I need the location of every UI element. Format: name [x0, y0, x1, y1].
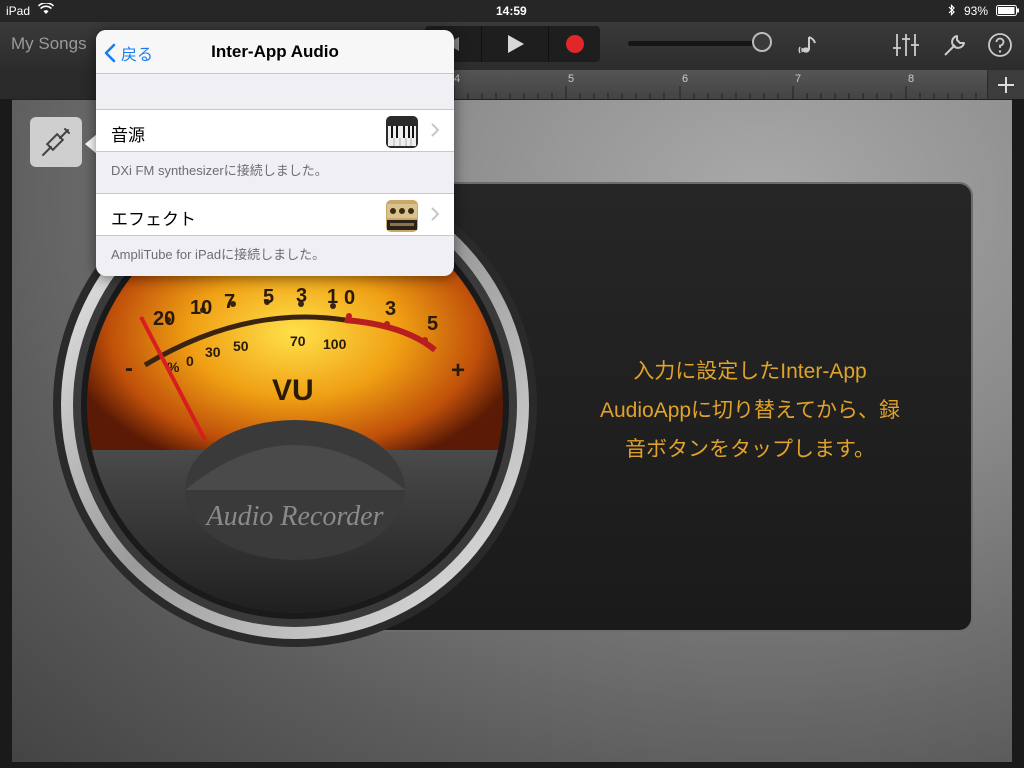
metronome-icon[interactable]: [793, 30, 823, 60]
bluetooth-icon: [948, 4, 956, 19]
audio-jack-icon: [42, 128, 70, 156]
meter-vu-label: VU: [272, 374, 314, 407]
mixer-icon[interactable]: [891, 30, 921, 60]
popover-navbar: 戻る Inter-App Audio: [96, 30, 454, 74]
meter-minus: -: [125, 355, 133, 382]
row-label: 音源: [111, 126, 145, 145]
ruler-strip: 4 5 6 7 8: [452, 70, 987, 99]
meter-percent-mark: 30: [205, 344, 221, 360]
meter-scale-mark: 3: [296, 285, 307, 307]
effect-row[interactable]: エフェクト: [96, 193, 454, 236]
meter-scale-mark: 20: [153, 308, 175, 330]
chevron-right-icon: [431, 207, 440, 221]
record-button[interactable]: [549, 26, 600, 62]
meter-scale-mark: 3: [385, 298, 396, 320]
battery-icon: [996, 5, 1020, 19]
row-note: AmpliTube for iPadに接続しました。: [111, 247, 326, 262]
meter-plus: +: [451, 357, 465, 384]
device-name: iPad: [6, 4, 31, 18]
vu-meter: 20 10 7 5 3 1 0 3 5 % 0 30 50 70 100 - +…: [53, 163, 537, 647]
play-button[interactable]: [481, 26, 549, 62]
inter-app-audio-popover: 戻る Inter-App Audio 音源 DXi FM synthesizer…: [96, 30, 454, 276]
status-bar: iPad 14:59 93%: [0, 0, 1024, 22]
instruction-text: 入力に設定したInter-App AudioAppに切り替えてから、録 音ボタン…: [575, 352, 925, 469]
meter-percent-mark: 0: [186, 353, 194, 369]
row-label: エフェクト: [111, 210, 196, 229]
plus-icon: [998, 76, 1014, 93]
add-section-button[interactable]: [988, 70, 1024, 99]
record-icon: [565, 35, 584, 53]
ruler-mark: 8: [908, 73, 915, 85]
meter-percent-mark: 70: [290, 333, 306, 349]
instruction-line: 音ボタンをタップします。: [625, 438, 875, 461]
meter-percent-mark: 100: [323, 336, 347, 352]
instruction-line: 入力に設定したInter-App: [633, 360, 867, 383]
wrench-icon[interactable]: [940, 30, 970, 60]
volume-slider-thumb[interactable]: [752, 32, 772, 52]
row-note: DXi FM synthesizerに接続しました。: [111, 163, 328, 178]
ruler-mark: 5: [568, 73, 575, 85]
meter-scale-mark: 5: [263, 286, 274, 308]
brand-label: Audio Recorder: [204, 501, 383, 532]
meter-scale-mark: 10: [190, 297, 212, 319]
piano-app-icon: [386, 116, 418, 148]
ruler-mark: 6: [682, 73, 689, 85]
master-volume-slider[interactable]: [628, 41, 762, 46]
battery-percent: 93%: [964, 4, 989, 18]
ruler-mark: 4: [454, 73, 461, 85]
clock: 14:59: [496, 4, 527, 18]
help-icon[interactable]: [985, 30, 1015, 60]
play-icon: [508, 35, 524, 53]
meter-scale-mark: 7: [224, 291, 235, 313]
my-songs-button[interactable]: My Songs: [11, 34, 87, 54]
meter-scale-mark: 0: [344, 287, 355, 309]
amp-app-icon: [386, 200, 418, 232]
chevron-right-icon: [431, 123, 440, 137]
ruler-mark: 7: [795, 73, 802, 85]
instrument-row[interactable]: 音源: [96, 109, 454, 152]
meter-percent-mark: 50: [233, 338, 249, 354]
wifi-icon: [37, 2, 55, 18]
meter-scale-mark: 5: [427, 313, 438, 335]
meter-scale-mark: 1: [327, 286, 338, 308]
popover-title: Inter-App Audio: [211, 42, 339, 61]
instruction-line: AudioAppに切り替えてから、録: [599, 399, 901, 422]
input-settings-button[interactable]: [30, 117, 82, 167]
